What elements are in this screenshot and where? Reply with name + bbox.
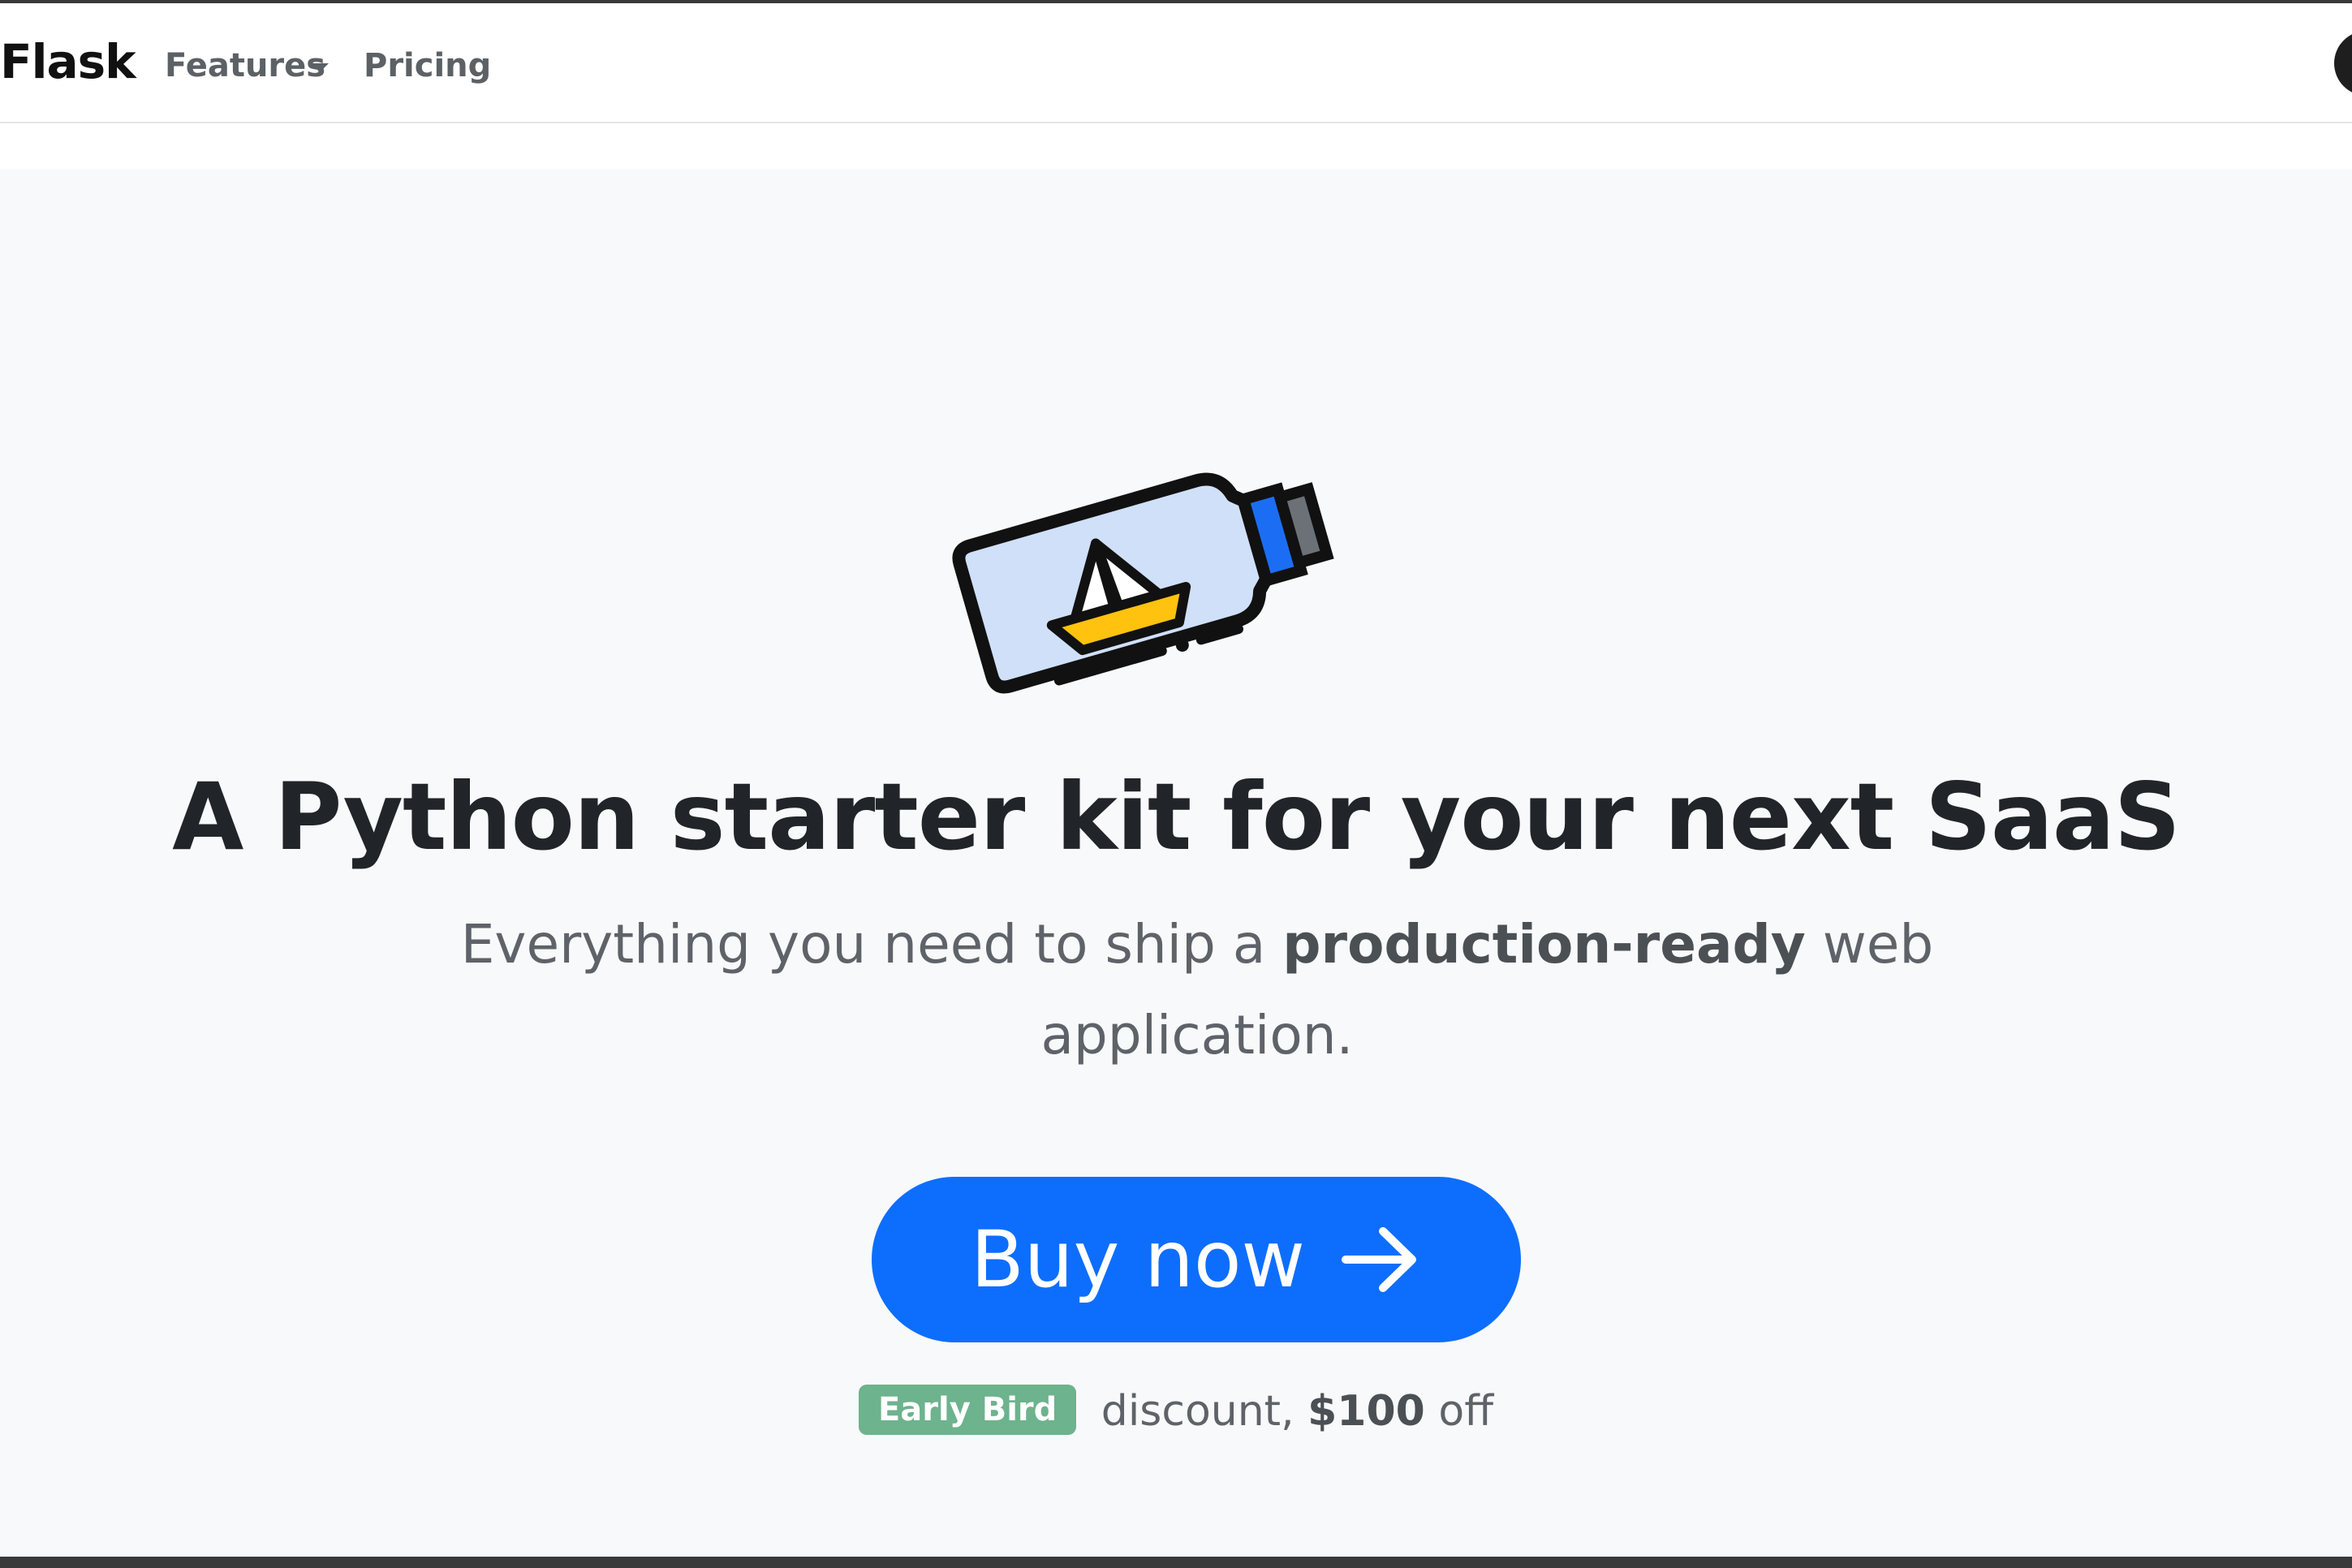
hero-subtitle: Everything you need to ship a production… [454,899,1940,1081]
early-bird-badge: Early Bird [858,1385,1077,1435]
discount-amount: $100 [1307,1387,1425,1436]
nav-pricing-link[interactable]: Pricing [364,47,491,84]
chevron-down-icon[interactable] [311,63,329,72]
navbar: Flask Features Pricing [0,3,2352,123]
discount-note: Early Bird discount, $100 off [0,1385,2352,1436]
buy-now-label: Buy now [970,1214,1306,1305]
nav-features-link[interactable]: Features [165,47,325,84]
subtitle-text: Everything you need to ship a [460,913,1283,976]
ship-in-bottle-icon [952,472,1334,694]
brand-logo[interactable]: Flask [0,34,136,89]
navbar-spacer [0,123,2352,169]
discount-suffix: off [1424,1387,1494,1436]
avatar[interactable] [2334,31,2352,96]
page: Flask Features Pricing A Python starter … [0,0,2352,1568]
arrow-right-icon [1342,1227,1417,1292]
buy-now-button[interactable]: Buy now [872,1177,1521,1342]
hero-headline: A Python starter kit for your next SaaS [172,763,2181,871]
discount-text: discount, [1088,1387,1308,1436]
subtitle-emphasis: production-ready [1282,913,1806,976]
window-bottom-border [0,1557,2352,1568]
